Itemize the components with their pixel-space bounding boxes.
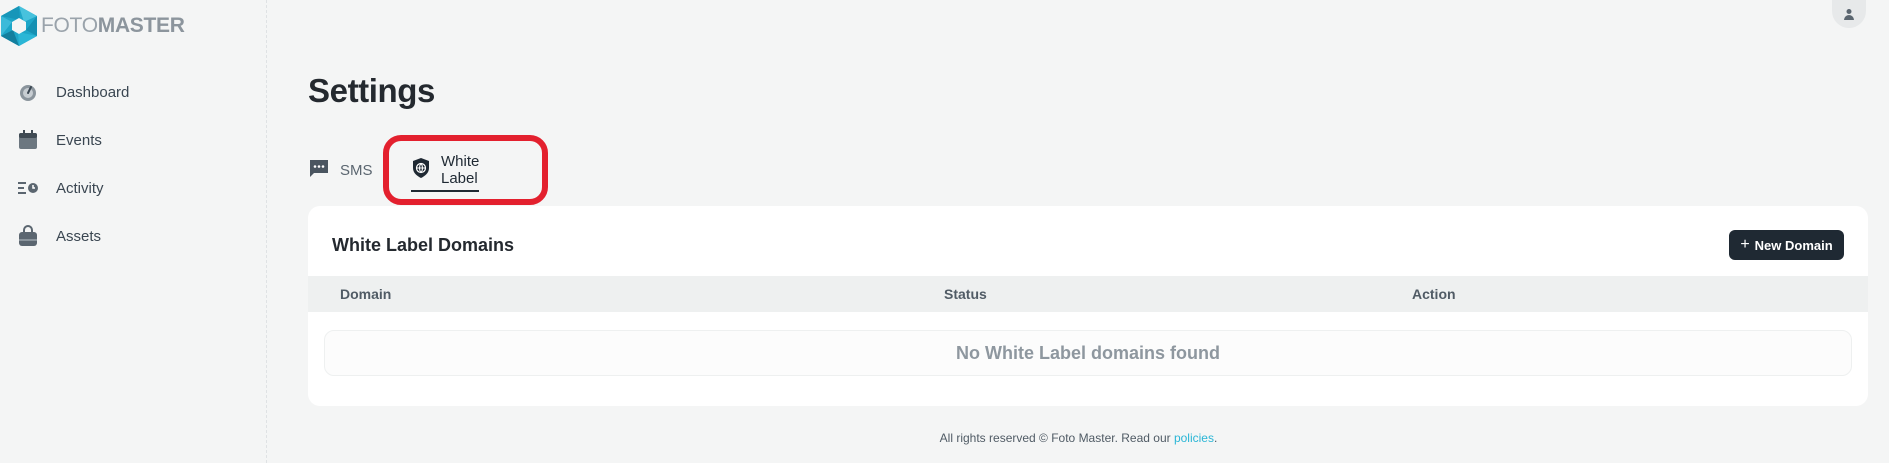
tab-label: SMS — [340, 161, 373, 179]
tab-sms[interactable]: SMS — [308, 150, 373, 190]
sidebar-item-activity[interactable]: Activity — [0, 164, 267, 212]
white-label-domains-card: White Label Domains + New Domain Domain … — [308, 206, 1868, 406]
column-header-domain: Domain — [340, 286, 392, 302]
new-domain-label: New Domain — [1754, 237, 1833, 253]
sidebar-item-label: Dashboard — [56, 83, 130, 101]
page-title: Settings — [308, 72, 435, 109]
sidebar-item-events[interactable]: Events — [0, 116, 267, 164]
plus-icon: + — [1740, 236, 1750, 253]
table-header: Domain Status Action — [308, 276, 1868, 312]
sidebar-item-assets[interactable]: Assets — [0, 212, 267, 260]
sidebar-item-label: Assets — [56, 227, 102, 245]
gauge-icon — [16, 80, 40, 104]
calendar-icon — [16, 128, 40, 152]
activity-icon — [16, 176, 40, 200]
sidebar-item-dashboard[interactable]: Dashboard — [0, 68, 267, 116]
brand-logo[interactable]: FOTOMASTER — [0, 4, 185, 48]
sidebar: FOTOMASTER Dashboard Events Activity Ass… — [0, 0, 267, 463]
message-icon — [308, 158, 330, 182]
bag-icon — [16, 224, 40, 248]
sidebar-item-label: Events — [56, 131, 102, 149]
footer-suffix: . — [1213, 431, 1218, 445]
brand-name: FOTOMASTER — [41, 14, 185, 37]
sidebar-item-label: Activity — [56, 179, 104, 197]
footer-text: All rights reserved © Foto Master. Read … — [939, 431, 1174, 445]
aperture-logo-icon — [1, 6, 37, 46]
user-icon — [1844, 9, 1854, 20]
highlight-annotation — [383, 135, 548, 205]
policies-link[interactable]: policies — [1174, 431, 1214, 445]
card-title: White Label Domains — [332, 235, 515, 255]
empty-state-message: No White Label domains found — [324, 330, 1852, 376]
sidebar-nav: Dashboard Events Activity Assets — [0, 68, 267, 260]
column-header-status: Status — [944, 286, 987, 302]
footer: All rights reserved © Foto Master. Read … — [0, 431, 1889, 445]
user-avatar-button[interactable] — [1832, 0, 1866, 28]
new-domain-button[interactable]: + New Domain — [1729, 230, 1844, 260]
column-header-action: Action — [1412, 286, 1456, 302]
